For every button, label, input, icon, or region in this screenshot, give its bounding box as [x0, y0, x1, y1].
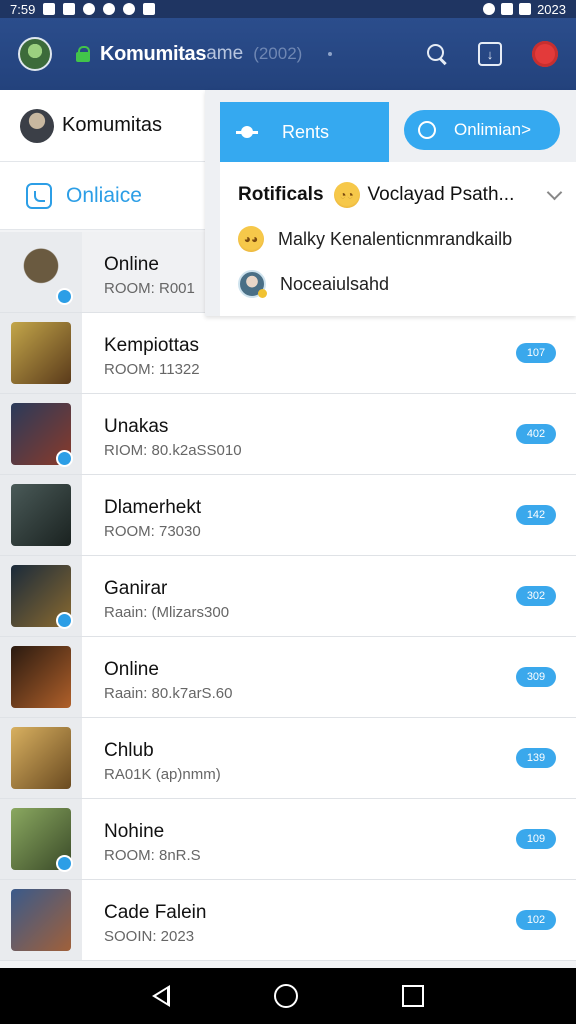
notification-text: Malky Kenalenticnmrandkailb — [278, 228, 513, 249]
room-row[interactable]: Online Raain: 80.k7arS.60 309 — [0, 637, 576, 718]
system-nav-bar — [0, 968, 576, 1024]
room-id: RIOM: 80.k2aSS010 — [104, 442, 242, 459]
notification-text: Noceaiulsahd — [280, 273, 390, 294]
recents-icon[interactable] — [402, 985, 424, 1007]
rents-icon — [236, 123, 258, 141]
lock-icon — [76, 46, 90, 62]
home-icon[interactable] — [274, 984, 298, 1008]
online-badge-icon — [56, 612, 73, 629]
count-badge: 309 — [516, 667, 556, 687]
avatar — [238, 270, 267, 298]
room-title: Unakas — [104, 416, 169, 437]
app-title-suffix: ame — [206, 43, 244, 64]
room-title: Dlamerhekt — [104, 497, 202, 518]
room-thumbnail — [11, 322, 71, 384]
sync-icon — [123, 3, 136, 15]
room-thumbnail — [11, 403, 73, 467]
emoji-icon: ◕◕ — [238, 226, 264, 252]
battery-icon — [519, 3, 532, 15]
count-badge: 402 — [516, 424, 556, 444]
status-time: 7:59 — [10, 1, 36, 17]
notification-overlay: Rents Onlimian> Rotificals ◔◔ Voclayad P… — [205, 90, 576, 316]
signal-icon — [501, 3, 514, 15]
search-icon[interactable] — [426, 43, 448, 65]
room-thumbnail — [11, 241, 73, 305]
room-thumbnail — [11, 808, 73, 872]
room-thumbnail — [11, 484, 71, 546]
sidebar-header[interactable]: Komumitas — [0, 90, 205, 162]
close-circle-icon — [83, 3, 96, 15]
room-row[interactable]: Ganirar Raain: (Mlizars300 302 — [0, 556, 576, 637]
room-title: Ganirar — [104, 578, 168, 599]
room-id: SOOIN: 2023 — [104, 928, 195, 945]
room-id: ROOM: 8nR.S — [104, 847, 201, 864]
room-thumbnail — [11, 646, 71, 708]
chat-icon — [418, 121, 436, 139]
notifications-title: Rotificals — [238, 184, 324, 205]
room-thumbnail — [11, 889, 71, 951]
room-list: Online ROOM: R001 Kempiottas ROOM: 11322… — [0, 232, 576, 961]
onlimian-button[interactable]: Onlimian> — [404, 110, 560, 150]
record-icon[interactable] — [532, 41, 558, 67]
online-badge-icon — [56, 450, 73, 467]
room-id: ROOM: 73030 — [104, 523, 201, 540]
notification-icon — [43, 3, 56, 15]
room-row[interactable]: Kempiottas ROOM: 11322 107 — [0, 313, 576, 394]
app-bar: Komumitas ame (2002) ↓ — [0, 18, 576, 90]
back-icon[interactable] — [152, 985, 170, 1007]
room-id: Raain: 80.k7arS.60 — [104, 685, 233, 702]
notification-item[interactable]: ◕◕ Malky Kenalenticnmrandkailb — [238, 226, 576, 252]
onlimian-label: Onlimian> — [454, 120, 532, 139]
room-title: Kempiottas — [104, 335, 200, 356]
app-title: Komumitas — [100, 42, 207, 65]
user-avatar[interactable] — [18, 37, 52, 71]
tab-online-label: Onliaice — [66, 183, 142, 207]
online-tab-icon — [26, 182, 52, 209]
no-sim-icon — [63, 3, 76, 15]
app-subtitle: (2002) — [253, 44, 303, 63]
room-id: ROOM: 11322 — [104, 361, 200, 378]
sidebar-title: Komumitas — [62, 114, 163, 136]
room-thumbnail — [11, 727, 71, 789]
count-badge: 302 — [516, 586, 556, 606]
wifi-icon — [483, 3, 496, 15]
status-clock: 2023 — [537, 1, 566, 17]
room-title: Nohine — [104, 821, 165, 842]
room-row[interactable]: Unakas RIOM: 80.k2aSS010 402 — [0, 394, 576, 475]
notifications-header[interactable]: Rotificals ◔◔ Voclayad Psath... — [238, 182, 576, 208]
notifications-panel: Rotificals ◔◔ Voclayad Psath... ◕◕ Malky… — [220, 162, 576, 316]
room-title: Chlub — [104, 740, 154, 761]
download-icon[interactable]: ↓ — [478, 42, 502, 66]
dot-separator — [328, 52, 333, 56]
sidebar: Komumitas Onliaice — [0, 90, 205, 230]
count-badge: 109 — [516, 829, 556, 849]
notifications-head-text: Voclayad Psath... — [367, 184, 515, 205]
sd-card-icon — [143, 3, 156, 15]
room-title: Online — [104, 659, 159, 680]
room-id: Raain: (Mlizars300 — [104, 604, 230, 621]
room-title: Cade Falein — [104, 902, 207, 923]
count-badge: 142 — [516, 505, 556, 525]
count-badge: 139 — [516, 748, 556, 768]
online-badge-icon — [56, 855, 73, 872]
status-bar: 7:59 2023 — [0, 0, 576, 18]
chevron-down-icon[interactable] — [546, 184, 563, 200]
count-badge: 102 — [516, 910, 556, 930]
room-row[interactable]: Nohine ROOM: 8nR.S 109 — [0, 799, 576, 880]
notification-item[interactable]: Noceaiulsahd — [238, 270, 576, 298]
room-id: RA01K (ap)nmm) — [104, 766, 221, 783]
emoji-icon: ◔◔ — [333, 182, 360, 208]
room-row[interactable]: Chlub RA01K (ap)nmm) 139 — [0, 718, 576, 799]
rents-button[interactable]: Rents — [220, 102, 389, 162]
tab-online[interactable]: Onliaice — [0, 162, 205, 230]
room-row[interactable]: Dlamerhekt ROOM: 73030 142 — [0, 475, 576, 556]
room-thumbnail — [11, 565, 73, 629]
check-circle-icon — [103, 3, 116, 15]
rents-label: Rents — [282, 121, 330, 142]
online-badge-icon — [56, 288, 73, 305]
count-badge: 107 — [516, 343, 556, 363]
community-avatar — [20, 108, 54, 143]
room-row[interactable]: Cade Falein SOOIN: 2023 102 — [0, 880, 576, 961]
